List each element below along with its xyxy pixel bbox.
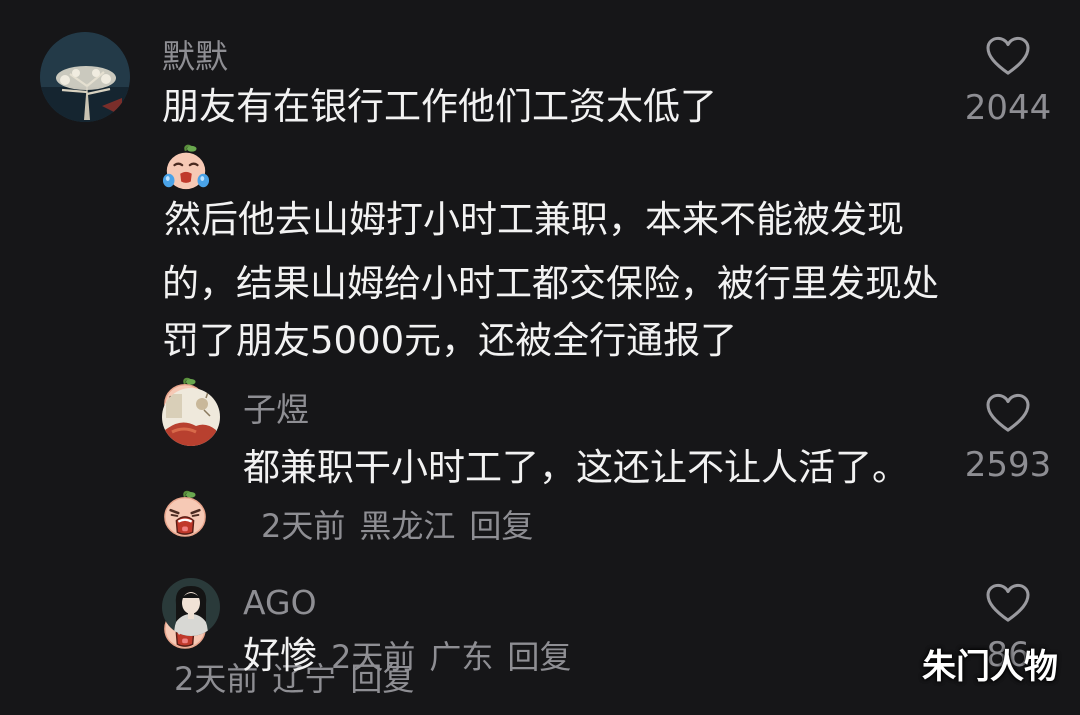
reply-item: 子煜 都兼职干小时工了，这还让不让人活了。 2天前 黑龙江 回复 2593 [0, 380, 1080, 560]
tree-night-avatar-icon [40, 32, 130, 122]
comment-time: 2天前 [331, 638, 416, 676]
comment-location: 广东 [429, 638, 494, 676]
user-avatar[interactable] [40, 32, 130, 122]
reply-button[interactable]: 回复 [469, 507, 533, 545]
crying-face-emoji-icon [162, 144, 942, 192]
comment-time: 2天前 [261, 506, 346, 545]
user-avatar[interactable] [162, 388, 220, 446]
comment-meta: 2天前 广东 回复 [331, 638, 585, 676]
username[interactable]: AGO [243, 583, 317, 623]
comment-text-body: 好惨 [243, 634, 317, 677]
heart-icon[interactable] [985, 583, 1031, 623]
like-count: 2593 [964, 445, 1052, 485]
comment-text: 好惨 2天前 广东 回复 [243, 628, 933, 686]
comment-text: 都兼职干小时工了，这还让不让人活了。 2天前 黑龙江 回复 [243, 440, 933, 554]
like-control[interactable]: 2593 [958, 393, 1058, 485]
reply-item: AGO 好惨 2天前 广东 回复 86 [0, 570, 1080, 710]
comment-meta: 2天前 黑龙江 回复 [261, 507, 547, 545]
username[interactable]: 默默 [162, 37, 228, 77]
user-avatar[interactable] [162, 578, 220, 636]
comment-location: 黑龙江 [359, 506, 456, 545]
comment-text-part: 然后他去山姆打小时工兼职，本来不能被发现的，结果山姆给小时工都交保险，被行里发现… [162, 197, 939, 362]
portrait-avatar-icon [162, 578, 220, 636]
like-count: 2044 [964, 88, 1052, 128]
reply-button[interactable]: 回复 [507, 638, 571, 676]
heart-icon[interactable] [985, 36, 1031, 76]
painting-avatar-icon [162, 388, 220, 446]
heart-icon[interactable] [985, 393, 1031, 433]
watermark: 朱门人物 [922, 647, 1058, 687]
comment-item: 默默 朋友有在银行工作他们工资太低了然后他去山姆打小时工兼职，本来不能被发现的，… [0, 0, 1080, 698]
like-control[interactable]: 2044 [958, 36, 1058, 128]
comment-text-part: 朋友有在银行工作他们工资太低了 [162, 85, 717, 128]
username[interactable]: 子煜 [243, 390, 309, 430]
comment-text-body: 都兼职干小时工了，这还让不让人活了。 [243, 446, 909, 489]
